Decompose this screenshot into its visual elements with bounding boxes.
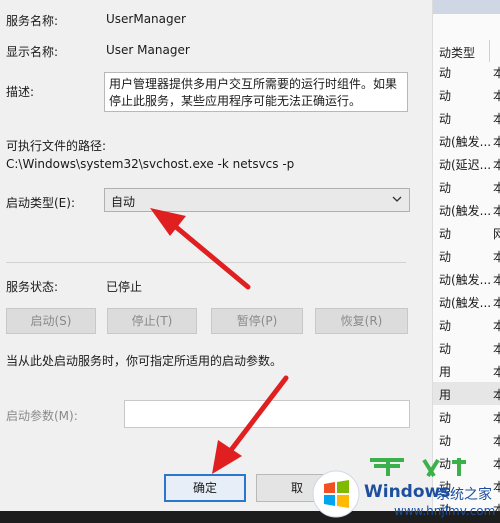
column-header-startup-type[interactable]: 动类型 (439, 44, 475, 61)
start-params-input[interactable] (124, 400, 410, 428)
exe-path-value: C:\Windows\system32\svchost.exe -k netsv… (6, 157, 295, 171)
start-params-hint: 当从此处启动服务时，你可指定所适用的启动参数。 (6, 354, 283, 368)
watermark-url: www.hnjlmv.com (394, 504, 496, 518)
watermark: Windows 系统之家 www.hnjlmv.com (300, 456, 500, 523)
list-item[interactable]: 用本 (433, 382, 500, 405)
chevron-down-icon (392, 196, 402, 202)
list-item-startup-type: 动 (439, 434, 452, 448)
list-item-logon: 本 (493, 135, 500, 149)
watermark-strokes (370, 458, 466, 478)
services-list: 动类型 动本动本动本动(触发... 本动(延迟... 本动本动(触发... 本动网动本… (432, 0, 500, 523)
list-item-logon: 本 (493, 181, 500, 195)
list-item[interactable]: 动(触发... 本 (433, 267, 500, 290)
list-item-logon: 本 (493, 66, 500, 80)
window-titlebar (433, 0, 500, 14)
list-item[interactable]: 动本 (433, 60, 500, 83)
list-item-logon: 本 (493, 273, 500, 287)
watermark-cn: 系统之家 (436, 487, 492, 503)
list-item-startup-type: 动 (439, 89, 452, 103)
ok-button[interactable]: 确定 (164, 474, 246, 502)
startup-type-select[interactable]: 自动 (104, 188, 410, 212)
list-item-logon: 本 (493, 89, 500, 103)
service-name-value: UserManager (106, 12, 186, 26)
list-item[interactable]: 动本 (433, 405, 500, 428)
service-name-label: 服务名称: (6, 14, 59, 28)
list-item-logon: 本 (493, 112, 500, 126)
list-item-startup-type: 动(触发... (439, 204, 492, 218)
list-item[interactable]: 动网 (433, 221, 500, 244)
list-item-startup-type: 动(延迟... (439, 158, 492, 172)
display-name-label: 显示名称: (6, 45, 59, 59)
list-item-startup-type: 动 (439, 319, 452, 333)
start-params-label: 启动参数(M): (6, 409, 78, 423)
list-item-startup-type: 动(触发... (439, 135, 492, 149)
list-item-startup-type: 动 (439, 250, 452, 264)
startup-type-label: 启动类型(E): (6, 196, 75, 210)
list-item[interactable]: 动(触发... 本 (433, 290, 500, 313)
list-item[interactable]: 用本 (433, 359, 500, 382)
service-status-value: 已停止 (106, 280, 143, 294)
list-item-startup-type: 用 (439, 388, 452, 402)
windows-logo-icon (312, 470, 360, 518)
list-item-logon: 本 (493, 388, 500, 402)
display-name-value: User Manager (106, 43, 190, 57)
column-separator[interactable] (489, 40, 490, 62)
list-item-logon: 网 (493, 227, 500, 241)
list-item-startup-type: 动 (439, 112, 452, 126)
list-item-startup-type: 动 (439, 227, 452, 241)
list-item-logon: 本 (493, 342, 500, 356)
list-item[interactable]: 动(触发... 本 (433, 198, 500, 221)
list-item-startup-type: 动 (439, 342, 452, 356)
list-item[interactable]: 动本 (433, 428, 500, 451)
stop-button[interactable]: 停止(T) (107, 308, 197, 334)
list-item-logon: 本 (493, 365, 500, 379)
list-item[interactable]: 动本 (433, 106, 500, 129)
list-item-startup-type: 动 (439, 181, 452, 195)
list-item[interactable]: 动本 (433, 313, 500, 336)
description-label: 描述: (6, 85, 35, 99)
list-item[interactable]: 动本 (433, 336, 500, 359)
list-item-startup-type: 动 (439, 411, 452, 425)
list-item-logon: 本 (493, 158, 500, 172)
list-item-logon: 本 (493, 204, 500, 218)
divider (6, 262, 406, 263)
exe-path-label: 可执行文件的路径: (6, 139, 107, 153)
list-item-startup-type: 动 (439, 66, 452, 80)
description-box[interactable]: 用户管理器提供多用户交互所需要的运行时组件。如果停止此服务，某些应用程序可能无法… (104, 72, 408, 112)
start-button[interactable]: 启动(S) (6, 308, 96, 334)
list-item-startup-type: 动(触发... (439, 296, 492, 310)
list-item[interactable]: 动本 (433, 244, 500, 267)
pause-button[interactable]: 暂停(P) (211, 308, 303, 334)
list-item[interactable]: 动(延迟... 本 (433, 152, 500, 175)
startup-type-selected: 自动 (111, 195, 136, 209)
list-item[interactable]: 动(触发... 本 (433, 129, 500, 152)
list-item-startup-type: 用 (439, 365, 452, 379)
resume-button[interactable]: 恢复(R) (315, 308, 408, 334)
list-item[interactable]: 动本 (433, 83, 500, 106)
service-properties-dialog: 服务名称: UserManager 显示名称: User Manager 描述:… (0, 0, 432, 470)
list-item-logon: 本 (493, 296, 500, 310)
list-item-logon: 本 (493, 434, 500, 448)
list-item[interactable]: 动本 (433, 175, 500, 198)
list-item-logon: 本 (493, 411, 500, 425)
list-item-logon: 本 (493, 319, 500, 333)
list-item-logon: 本 (493, 250, 500, 264)
list-item-startup-type: 动(触发... (439, 273, 492, 287)
service-status-label: 服务状态: (6, 280, 59, 294)
